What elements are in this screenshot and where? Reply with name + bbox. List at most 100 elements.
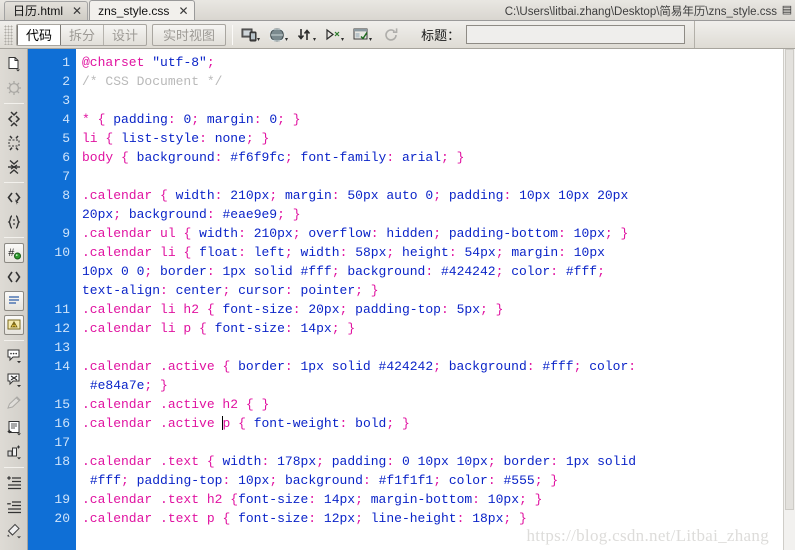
- line-number: 8: [62, 188, 70, 203]
- line-number: 6: [62, 150, 70, 165]
- line-number: 18: [54, 454, 70, 469]
- tab-label: zns_style.css: [98, 3, 170, 18]
- tab-zns-style-css[interactable]: zns_style.css ✕: [89, 0, 195, 20]
- svg-text:#: #: [8, 248, 15, 260]
- balance-braces-icon[interactable]: [2, 210, 26, 234]
- tab-bar-filler: C:\Users\litbai.zhang\Desktop\简易年历\zns_s…: [196, 0, 795, 20]
- file-management-icon[interactable]: [295, 24, 319, 46]
- line-number: 9: [62, 226, 70, 241]
- line-number: 15: [54, 397, 70, 412]
- tab-日历-html[interactable]: 日历.html ✕: [4, 1, 89, 20]
- line-number-gutter: 1 2 3 4 5 6 7 8 . 9 10 . . 11 12 13 14 .…: [28, 49, 76, 550]
- expand-all-icon[interactable]: [2, 155, 26, 179]
- highlight-invalid-code-icon[interactable]: [2, 265, 26, 289]
- view-mode-split[interactable]: 拆分: [61, 24, 105, 45]
- line-number-wrap-continuation: .: [28, 376, 70, 395]
- code-line-9: .calendar ul { width: 210px; overflow: h…: [82, 226, 629, 241]
- format-source-code-icon[interactable]: [2, 519, 26, 543]
- line-number: 3: [62, 93, 70, 108]
- line-number-wrap-continuation: .: [28, 281, 70, 300]
- collapse-full-tag-icon[interactable]: [2, 107, 26, 131]
- code-line-14a: .calendar .active { border: 1px solid #4…: [82, 359, 637, 374]
- refresh-icon: [379, 24, 403, 46]
- collapse-selection-icon[interactable]: [2, 131, 26, 155]
- format-source-icon[interactable]: [2, 76, 26, 100]
- recent-snippets-icon[interactable]: [2, 416, 26, 440]
- document-toolbar: 代码 拆分 设计 实时视图 标题：: [0, 21, 795, 49]
- line-number: 20: [54, 511, 70, 526]
- code-line-18b: #fff; padding-top: 10px; background: #f1…: [89, 473, 559, 488]
- line-number: 12: [54, 321, 70, 336]
- line-number: 1: [62, 55, 70, 70]
- close-icon[interactable]: ✕: [178, 5, 188, 17]
- line-number: 17: [54, 435, 70, 450]
- remove-comment-icon[interactable]: [2, 368, 26, 392]
- code-line-10c: text-align: center; cursor: pointer; }: [82, 283, 379, 298]
- tab-list-icon[interactable]: ▤: [781, 4, 793, 16]
- rail-separator: [3, 103, 24, 104]
- visual-aids-icon[interactable]: [351, 24, 375, 46]
- code-line-12: .calendar li p { font-size: 14px; }: [82, 321, 356, 336]
- editor-body: # 1 2 3 4 5 6 7 8 9 10 11 12 13 14 15 16…: [0, 49, 795, 550]
- code-line-8b: 20px; background: #eae9e9; }: [82, 207, 301, 222]
- code-line-10a: .calendar li { float: left; width: 58px;…: [82, 245, 605, 260]
- code-line-1: @charset "utf-8";: [82, 55, 215, 70]
- toolbar-separator: [232, 24, 234, 45]
- code-line-5: li { list-style: none; }: [82, 131, 270, 146]
- apply-comment-icon[interactable]: [2, 344, 26, 368]
- line-number-wrap-continuation: .: [28, 471, 70, 490]
- browser-preview-icon[interactable]: [267, 24, 291, 46]
- toolbar-drag-handle[interactable]: [4, 24, 13, 45]
- live-view-button[interactable]: 实时视图: [152, 23, 227, 46]
- vertical-scrollbar[interactable]: [783, 49, 795, 550]
- indent-code-icon[interactable]: [2, 471, 26, 495]
- line-number: 7: [62, 169, 70, 184]
- line-number: 19: [54, 492, 70, 507]
- rail-separator: [3, 182, 24, 183]
- page-title-label: 标题：: [421, 28, 461, 43]
- document-tab-bar: 日历.html ✕ zns_style.css ✕ C:\Users\litba…: [0, 0, 795, 21]
- view-mode-design[interactable]: 设计: [104, 25, 146, 45]
- tab-label: 日历.html: [13, 4, 64, 18]
- view-mode-group: 代码 拆分 设计: [16, 23, 148, 46]
- word-wrap-icon[interactable]: [2, 289, 26, 313]
- toolbar-icon-group: [239, 24, 403, 46]
- close-icon[interactable]: ✕: [72, 5, 82, 17]
- move-css-rules-icon[interactable]: [2, 440, 26, 464]
- scrollbar-thumb[interactable]: [785, 49, 794, 510]
- select-parent-tag-icon[interactable]: [2, 186, 26, 210]
- code-line-6: body { background: #f6f9fc; font-family:…: [82, 150, 465, 165]
- dreamweaver-window: 日历.html ✕ zns_style.css ✕ C:\Users\litba…: [0, 0, 795, 550]
- open-documents-icon[interactable]: [2, 52, 26, 76]
- line-number: 13: [54, 340, 70, 355]
- validation-icon[interactable]: [323, 24, 347, 46]
- multiscreen-preview-icon[interactable]: [239, 24, 263, 46]
- code-line-8a: .calendar { width: 210px; margin: 50px a…: [82, 188, 629, 203]
- outdent-code-icon[interactable]: [2, 495, 26, 519]
- line-number: 14: [54, 359, 70, 374]
- line-number: 2: [62, 74, 70, 89]
- page-title-input[interactable]: [466, 25, 686, 44]
- code-line-14b: #e84a7e; }: [89, 378, 168, 393]
- rail-separator: [3, 467, 24, 468]
- code-line-10b: 10px 0 0; border: 1px solid #fff; backgr…: [82, 264, 605, 279]
- line-number-wrap-continuation: .: [28, 205, 70, 224]
- view-mode-code[interactable]: 代码: [17, 24, 62, 45]
- file-path-label: C:\Users\litbai.zhang\Desktop\简易年历\zns_s…: [504, 6, 777, 18]
- line-number: 11: [54, 302, 70, 317]
- line-number: 16: [54, 416, 70, 431]
- line-numbers-icon[interactable]: #: [2, 241, 26, 265]
- page-title-field-group: 标题：: [421, 25, 686, 44]
- code-line-2: /* CSS Document */: [82, 74, 223, 89]
- line-number: 5: [62, 131, 70, 146]
- code-line-11: .calendar li h2 { font-size: 20px; paddi…: [82, 302, 504, 317]
- syntax-error-alerts-icon[interactable]: [2, 313, 26, 337]
- line-number: 10: [54, 245, 70, 260]
- code-editor[interactable]: @charset "utf-8"; /* CSS Document */ * {…: [76, 49, 783, 550]
- wrap-tag-icon[interactable]: [2, 392, 26, 416]
- rail-separator: [3, 340, 24, 341]
